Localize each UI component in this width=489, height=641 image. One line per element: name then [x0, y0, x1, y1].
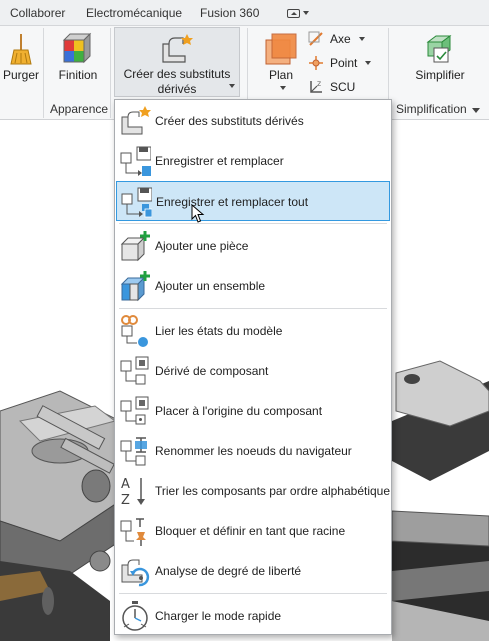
finition-label: Finition — [58, 68, 98, 82]
menu-item-label: Bloquer et définir en tant que racine — [155, 524, 346, 538]
menu-item-label: Enregistrer et remplacer — [155, 154, 284, 168]
chevron-down-icon — [303, 11, 309, 15]
derived-component-icon — [120, 356, 149, 385]
chevron-down-icon — [358, 37, 365, 41]
chevron-down-icon — [472, 108, 481, 113]
plan-button[interactable]: Plan — [256, 28, 306, 98]
menu-separator — [119, 223, 387, 224]
save-replace-icon — [120, 146, 151, 176]
creer-substituts-dropdown-menu: Créer des substituts dérivés Enregistrer… — [114, 99, 392, 635]
point-button[interactable]: Point — [308, 55, 372, 71]
menu-item-label: Créer des substituts dérivés — [155, 114, 304, 128]
menu-item-label: Ajouter un ensemble — [155, 279, 266, 293]
broom-icon — [10, 34, 32, 65]
menu-item-enregistrer-remplacer-tout[interactable]: Enregistrer et remplacer tout — [116, 181, 390, 223]
menu-separator — [119, 308, 387, 309]
menu-item-label: Renommer les noeuds du navigateur — [155, 444, 352, 458]
menu-item-analyse-degre-liberte[interactable]: Analyse de degré de liberté — [116, 551, 390, 591]
simplification-label: Simplification — [396, 102, 467, 116]
menu-item-derive-composant[interactable]: Dérivé de composant — [116, 351, 390, 391]
simplifier-label: Simplifier — [415, 68, 465, 82]
derived-substitute-icon — [121, 106, 151, 135]
panel-toggle-icon — [287, 8, 300, 18]
menu-item-label: Trier les composants par ordre alphabéti… — [155, 484, 391, 498]
menu-item-bloquer-racine[interactable]: Bloquer et définir en tant que racine — [116, 511, 390, 551]
simplifier-button[interactable]: Simplifier — [400, 28, 480, 90]
derived-substitute-icon — [162, 34, 193, 63]
menu-item-enregistrer-remplacer[interactable]: Enregistrer et remplacer — [116, 141, 390, 181]
ribbon-separator — [43, 28, 44, 118]
ribbon-separator — [110, 28, 111, 118]
mouse-cursor-icon — [191, 204, 205, 223]
menu-item-label: Placer à l'origine du composant — [155, 404, 323, 418]
tab-electromecanique[interactable]: Electromécanique — [86, 6, 182, 20]
menu-item-creer-substituts[interactable]: Créer des substituts dérivés — [116, 101, 390, 141]
svg-text:A: A — [121, 477, 130, 492]
axe-button[interactable]: Axe — [308, 31, 365, 47]
creer-label-line2: dérivés — [157, 82, 197, 96]
menu-item-label: Charger le mode rapide — [155, 609, 282, 623]
tab-collaborer[interactable]: Collaborer — [10, 6, 65, 20]
purger-label: Purger — [2, 68, 40, 82]
menu-item-placer-origine[interactable]: Placer à l'origine du composant — [116, 391, 390, 431]
menu-item-lier-etats[interactable]: Lier les états du modèle — [116, 311, 390, 351]
scu-label: SCU — [330, 80, 356, 94]
appearance-cube-icon — [62, 32, 92, 64]
tab-overflow-dropdown[interactable] — [287, 7, 313, 19]
ucs-icon: Z — [310, 81, 322, 93]
menu-item-ajouter-ensemble[interactable]: Ajouter un ensemble — [116, 266, 390, 306]
finition-button[interactable]: Finition — [50, 28, 106, 90]
ground-and-root-icon — [120, 518, 146, 546]
creer-label-line1: Créer des substituts — [123, 67, 231, 81]
rename-browser-nodes-icon — [120, 437, 147, 466]
menu-item-ajouter-piece[interactable]: Ajouter une pièce — [116, 226, 390, 266]
point-label: Point — [330, 56, 358, 70]
menu-item-label: Enregistrer et remplacer tout — [156, 195, 309, 209]
chevron-down-icon — [229, 84, 235, 88]
tab-fusion-360[interactable]: Fusion 360 — [200, 6, 259, 20]
menu-item-trier-composants[interactable]: A Z Trier les composants par ordre alpha… — [116, 471, 390, 511]
simplify-icon — [426, 35, 452, 63]
place-at-origin-icon — [120, 396, 149, 425]
sort-alphabetical-icon: A Z — [121, 477, 145, 507]
creer-substituts-split-button[interactable]: Créer des substituts dérivés — [114, 27, 240, 97]
save-replace-all-icon — [121, 187, 152, 218]
axis-icon — [308, 31, 323, 46]
menu-item-renommer-noeuds[interactable]: Renommer les noeuds du navigateur — [116, 431, 390, 471]
menu-item-charger-mode-rapide[interactable]: Charger le mode rapide — [116, 596, 390, 636]
axe-label: Axe — [330, 32, 351, 46]
degrees-of-freedom-icon — [121, 559, 150, 587]
add-assembly-icon — [120, 271, 150, 302]
link-model-states-icon — [121, 315, 148, 347]
menu-item-label: Dérivé de composant — [155, 364, 269, 378]
panel-title-simplification[interactable]: Simplification — [396, 102, 481, 116]
plan-label: Plan — [268, 68, 294, 82]
work-plane-icon — [265, 33, 297, 65]
panel-title-apparence: Apparence — [50, 102, 109, 116]
add-part-icon — [120, 231, 150, 262]
work-point-icon — [309, 56, 323, 70]
menu-item-label: Ajouter une pièce — [155, 239, 249, 253]
scu-button[interactable]: Z SCU — [308, 79, 355, 95]
chevron-down-icon — [365, 61, 372, 65]
ribbon-tab-bar: Collaborer Electromécanique Fusion 360 — [0, 0, 489, 26]
menu-separator — [119, 593, 387, 594]
menu-item-label: Lier les états du modèle — [155, 324, 283, 338]
express-mode-stopwatch-icon — [122, 601, 148, 631]
chevron-down-icon — [280, 86, 286, 90]
svg-text:Z: Z — [121, 493, 130, 507]
svg-text:Z: Z — [317, 81, 321, 88]
menu-item-label: Analyse de degré de liberté — [155, 564, 302, 578]
purger-button[interactable]: Purger — [0, 28, 42, 90]
